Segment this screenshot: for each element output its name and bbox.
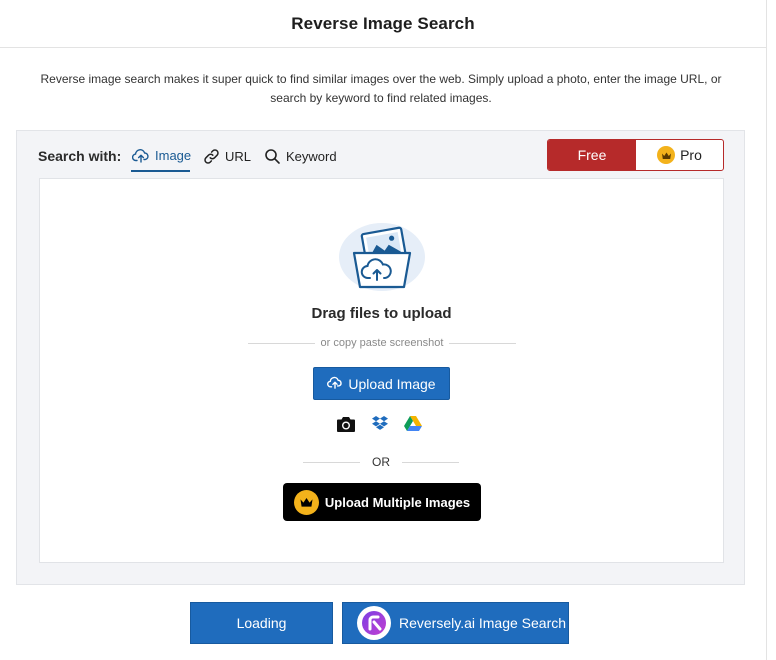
paste-hint-row: or copy paste screenshot	[248, 336, 516, 350]
divider-line	[402, 461, 459, 463]
tab-image-label: Image	[155, 147, 192, 163]
upload-dropzone[interactable]: Drag files to upload or copy paste scree…	[39, 178, 724, 563]
upload-sources	[336, 415, 426, 435]
tab-url-label: URL	[225, 148, 252, 164]
plan-pro-label: Pro	[680, 147, 702, 163]
plan-pro-button[interactable]: Pro	[636, 140, 723, 170]
page-header: Reverse Image Search	[0, 0, 766, 48]
reversely-image-search-button[interactable]: Reversely.ai Image Search	[342, 602, 569, 644]
crown-icon	[293, 489, 319, 515]
upload-multiple-label: Upload Multiple Images	[324, 494, 471, 510]
google-drive-icon[interactable]	[404, 415, 422, 436]
page-divider	[766, 0, 767, 660]
plan-toggle: Free Pro	[547, 139, 724, 171]
drag-files-title: Drag files to upload	[311, 305, 452, 322]
upload-multiple-images-button[interactable]: Upload Multiple Images	[283, 483, 481, 521]
divider-line	[449, 342, 516, 344]
upload-image-label: Upload Image	[348, 375, 436, 392]
page-title: Reverse Image Search	[291, 13, 475, 33]
folder-upload-illustration-icon	[336, 217, 428, 293]
reversely-label: Reversely.ai Image Search	[399, 615, 567, 631]
paste-hint-text: or copy paste screenshot	[320, 337, 444, 349]
crown-icon	[657, 146, 676, 164]
intro-text: Reverse image search makes it super quic…	[40, 72, 722, 105]
camera-icon[interactable]	[336, 415, 356, 438]
divider-line	[248, 342, 315, 344]
link-icon	[203, 148, 220, 165]
loading-button[interactable]: Loading	[190, 602, 333, 644]
cloud-upload-icon	[132, 148, 150, 163]
divider-line	[303, 461, 360, 463]
search-panel: Search with: Image URL Keyword Free Pro …	[16, 130, 745, 585]
plan-free-button[interactable]: Free	[548, 140, 636, 170]
reversely-logo-icon	[357, 606, 391, 640]
cloud-upload-icon	[327, 376, 343, 392]
dropbox-icon[interactable]	[372, 415, 388, 436]
search-with-label: Search with:	[38, 148, 122, 164]
search-icon	[264, 148, 281, 165]
or-label: OR	[372, 455, 390, 469]
tab-image[interactable]: Image	[131, 140, 192, 172]
or-divider: OR	[303, 455, 459, 469]
tab-keyword-label: Keyword	[286, 148, 337, 164]
upload-image-button[interactable]: Upload Image	[313, 367, 450, 400]
tab-keyword[interactable]: Keyword	[264, 140, 337, 172]
tab-url[interactable]: URL	[203, 140, 251, 172]
